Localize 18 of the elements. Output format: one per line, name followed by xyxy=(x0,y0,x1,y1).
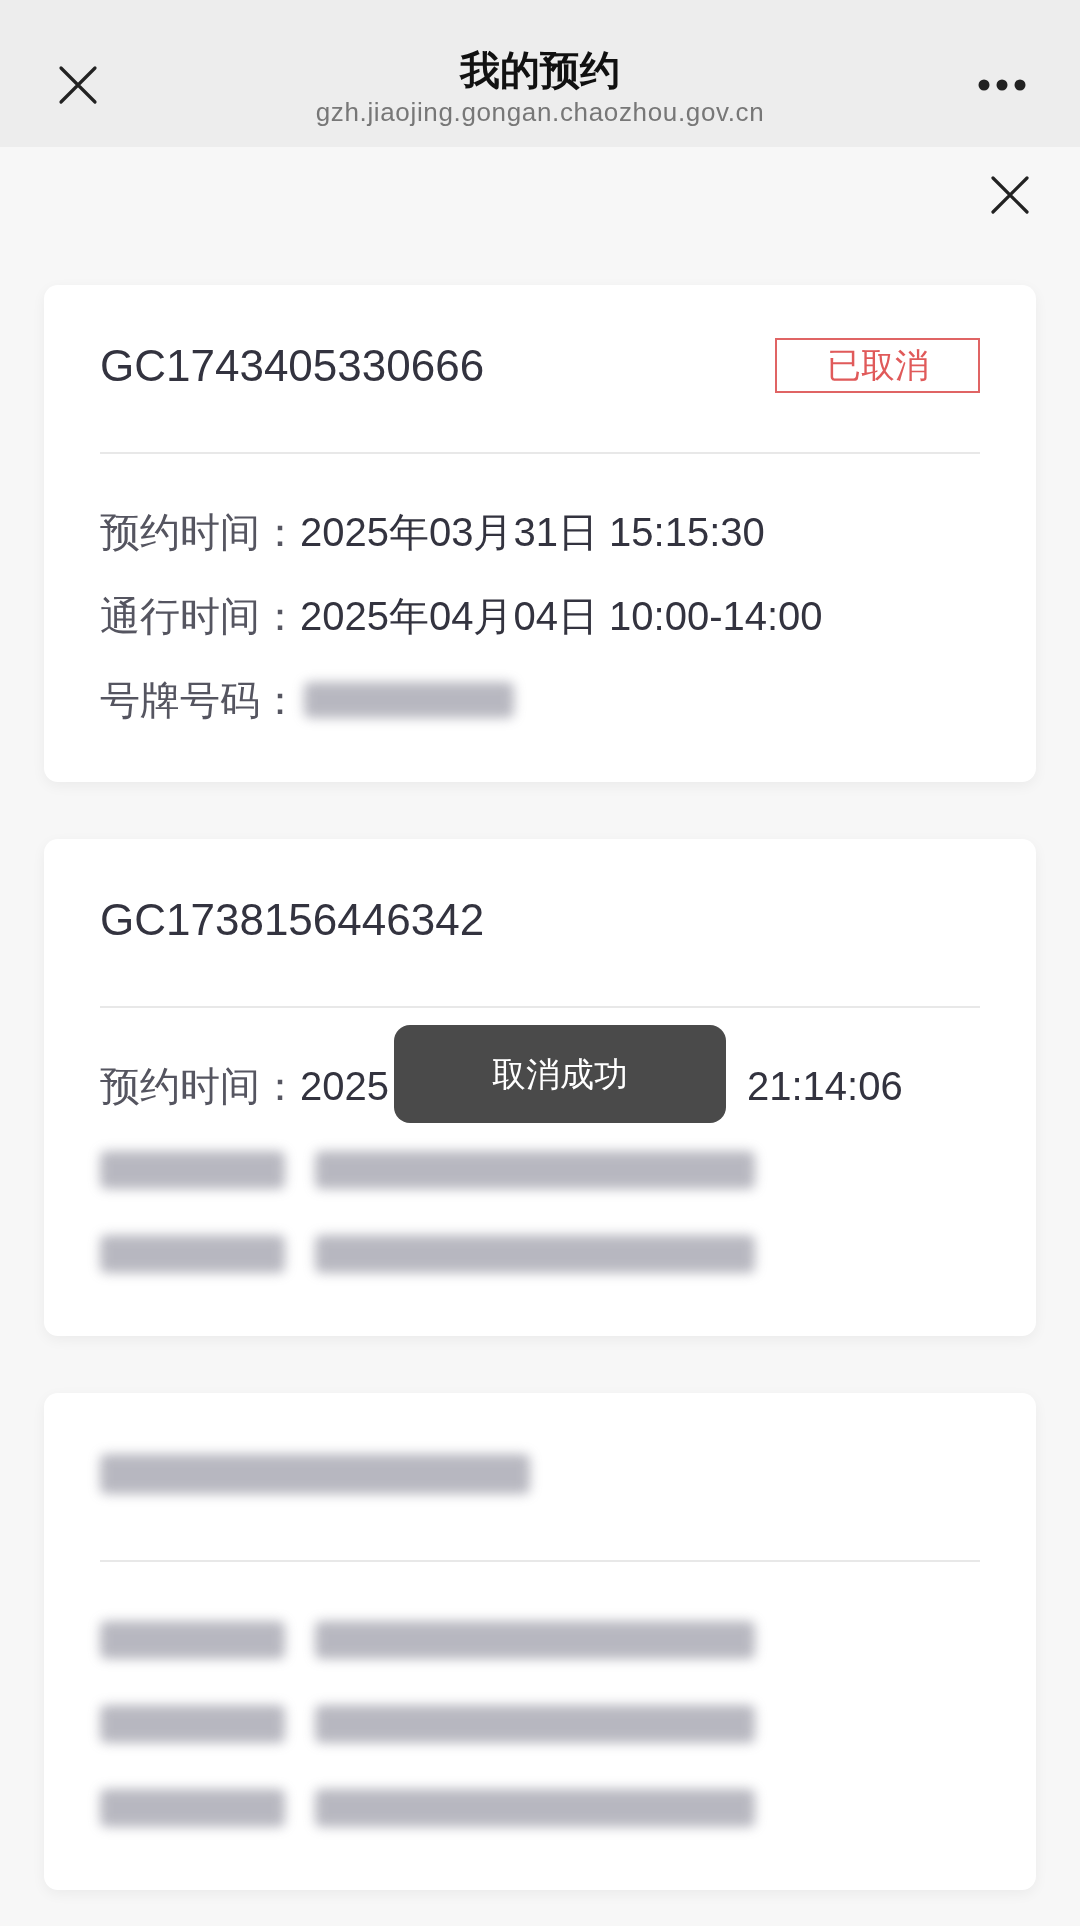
success-toast: 取消成功 xyxy=(394,1025,726,1123)
field-value: 2025 xyxy=(300,1063,389,1110)
more-icon[interactable] xyxy=(978,79,1026,91)
field-label: 号牌号码： xyxy=(100,677,300,724)
field-label: 预约时间： xyxy=(100,1063,300,1110)
close-icon[interactable] xyxy=(990,175,1030,215)
reservation-card[interactable]: GC1743405330666 已取消 预约时间：2025年03月31日 15:15:30 通行时间：2025年04月04日 10:00-14:00 号牌号码： xyxy=(44,285,1036,782)
close-icon[interactable] xyxy=(58,65,98,105)
status-badge: 已取消 xyxy=(775,338,980,393)
reservation-number: GC1738156446342 xyxy=(100,894,485,946)
field-value: 21:14:06 xyxy=(747,1063,903,1110)
reservation-number: GC1743405330666 xyxy=(100,340,485,392)
field-value: 2025年03月31日 15:15:30 xyxy=(300,509,765,556)
page-title: 我的预约 xyxy=(460,47,620,94)
field-label: 预约时间： xyxy=(100,509,300,556)
field-value: 2025年04月04日 10:00-14:00 xyxy=(300,593,823,640)
page-url: gzh.jiaojing.gongan.chaozhou.gov.cn xyxy=(315,96,765,128)
field-label: 通行时间： xyxy=(100,593,300,640)
